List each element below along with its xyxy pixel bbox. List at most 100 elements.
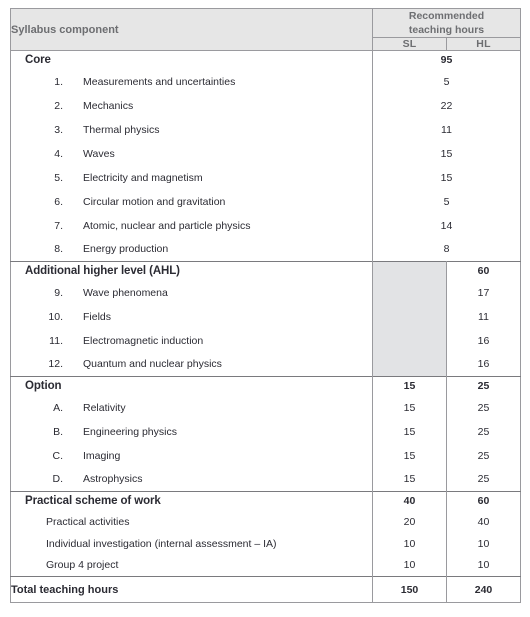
- item-hours-hl: 10: [477, 537, 490, 550]
- header-recommended-line1: Recommended: [408, 10, 485, 22]
- table-header: Syllabus component Recommended teaching …: [10, 8, 521, 51]
- total-row: Total teaching hours 150 240: [10, 576, 521, 603]
- item-number: 7.: [54, 219, 63, 232]
- item-cell: 2. Mechanics: [10, 93, 373, 118]
- item-cell: 12. Quantum and nuclear physics: [10, 352, 373, 377]
- section-hours-sl: [372, 261, 447, 377]
- item-label: Energy production: [83, 243, 169, 256]
- item-cell: 3. Thermal physics: [10, 117, 373, 142]
- item-label: Fields: [83, 310, 112, 323]
- item-cell: 7. Atomic, nuclear and particle physics: [10, 213, 373, 238]
- item-cell: 10. Fields: [10, 304, 373, 329]
- table-row: C. Imaging 15 25: [10, 443, 521, 468]
- item-hours-hl: 25: [477, 449, 490, 462]
- item-number: 2.: [54, 99, 63, 112]
- item-label: Waves: [83, 147, 115, 160]
- item-cell: 4. Waves: [10, 141, 373, 166]
- item-number: 9.: [54, 286, 63, 299]
- table-row: 5. Electricity and magnetism 15: [10, 165, 521, 190]
- table-row: 8. Energy production 8: [10, 237, 521, 262]
- table-row: 3. Thermal physics 11: [10, 117, 521, 142]
- item-number: 11.: [49, 334, 63, 347]
- header-syllabus-component: Syllabus component: [10, 8, 373, 51]
- item-cell: 5. Electricity and magnetism: [10, 165, 373, 190]
- item-number: 5.: [54, 171, 63, 184]
- table-row: Practical activities 20 40: [10, 510, 521, 533]
- item-cell: 6. Circular motion and gravitation: [10, 189, 373, 214]
- section-hours-sl: 40: [372, 491, 447, 511]
- item-hours-merged: 15: [440, 171, 453, 184]
- item-hours-hl: 17: [477, 286, 490, 299]
- section-header-row: Core 95: [10, 50, 521, 70]
- item-hours-hl: 40: [477, 515, 490, 528]
- section-title: Practical scheme of work: [25, 495, 161, 508]
- item-cell: A. Relativity: [10, 395, 373, 420]
- item-hours-merged: 11: [441, 123, 452, 136]
- table-row: 7. Atomic, nuclear and particle physics 14: [10, 213, 521, 238]
- item-label: Circular motion and gravitation: [83, 195, 226, 208]
- header-sl: SL: [372, 37, 447, 51]
- item-label: Electromagnetic induction: [83, 334, 204, 347]
- item-number: 4.: [54, 147, 63, 160]
- item-hours-merged: 5: [443, 195, 450, 208]
- section-hours-hl: 25: [446, 376, 521, 396]
- item-hours-sl: 20: [372, 510, 447, 533]
- item-hours-merged: 14: [440, 219, 453, 232]
- table-row: Individual investigation (internal asses…: [10, 532, 521, 555]
- section-hours-hl: 60: [446, 491, 521, 511]
- section-header-row: Practical scheme of work 40 60: [10, 491, 521, 511]
- section-header-row: Additional higher level (AHL) 60: [10, 261, 521, 377]
- section-hours-merged: 95: [372, 50, 521, 70]
- item-label: Electricity and magnetism: [83, 171, 203, 184]
- item-cell: B. Engineering physics: [10, 419, 373, 444]
- item-hours-hl: 25: [477, 473, 490, 486]
- item-hours-sl: 15: [372, 467, 447, 492]
- item-number: D.: [52, 473, 64, 486]
- item-hours-sl: 15: [372, 395, 447, 420]
- section-hours-sl: 15: [372, 376, 447, 396]
- item-hours-hl: 25: [477, 425, 490, 438]
- table-row: 2. Mechanics 22: [10, 93, 521, 118]
- header-hl: HL: [446, 37, 521, 51]
- item-label: Quantum and nuclear physics: [83, 358, 222, 371]
- item-number: 6.: [54, 195, 63, 208]
- total-hours-sl: 150: [372, 576, 447, 603]
- item-hours-hl: 10: [477, 559, 490, 572]
- section-title-cell: Option: [10, 376, 373, 396]
- item-label: Imaging: [83, 449, 121, 462]
- header-recommended-teaching-hours: Recommended teaching hours: [372, 8, 521, 38]
- item-cell: D. Astrophysics: [10, 467, 373, 492]
- item-hours-hl: 11: [478, 310, 489, 323]
- item-hours-sl: 15: [372, 419, 447, 444]
- section-title: Additional higher level (AHL): [25, 265, 180, 278]
- item-cell: Individual investigation (internal asses…: [10, 532, 373, 555]
- section-hours-hl: 60: [446, 261, 521, 281]
- table-row: Group 4 project 10 10: [10, 554, 521, 577]
- total-label: Total teaching hours: [10, 576, 373, 603]
- table-row: 1. Measurements and uncertainties 5: [10, 69, 521, 94]
- item-hours-merged: 5: [443, 75, 450, 88]
- item-hours-sl: 15: [372, 443, 447, 468]
- item-hours-hl: 16: [477, 334, 490, 347]
- table-row: A. Relativity 15 25: [10, 395, 521, 420]
- item-cell: Group 4 project: [10, 554, 373, 577]
- table-row: B. Engineering physics 15 25: [10, 419, 521, 444]
- item-number: 3.: [54, 123, 63, 136]
- table-row: D. Astrophysics 15 25: [10, 467, 521, 492]
- section-title: Core: [25, 54, 51, 67]
- item-label: Atomic, nuclear and particle physics: [83, 219, 251, 232]
- item-number: C.: [52, 449, 64, 462]
- item-hours-merged: 15: [440, 147, 453, 160]
- section-title-cell: Core: [10, 50, 373, 70]
- item-hours-hl: 16: [477, 358, 490, 371]
- section-header-row: Option 15 25: [10, 376, 521, 396]
- syllabus-hours-table: Syllabus component Recommended teaching …: [10, 8, 521, 603]
- section-title-cell: Additional higher level (AHL): [10, 261, 373, 281]
- item-label: Engineering physics: [83, 425, 177, 438]
- table-row: 4. Waves 15: [10, 141, 521, 166]
- item-cell: 9. Wave phenomena: [10, 280, 373, 305]
- item-number: A.: [53, 401, 63, 414]
- item-label: Individual investigation (internal asses…: [46, 537, 277, 550]
- item-label: Astrophysics: [83, 473, 143, 486]
- item-cell: 8. Energy production: [10, 237, 373, 262]
